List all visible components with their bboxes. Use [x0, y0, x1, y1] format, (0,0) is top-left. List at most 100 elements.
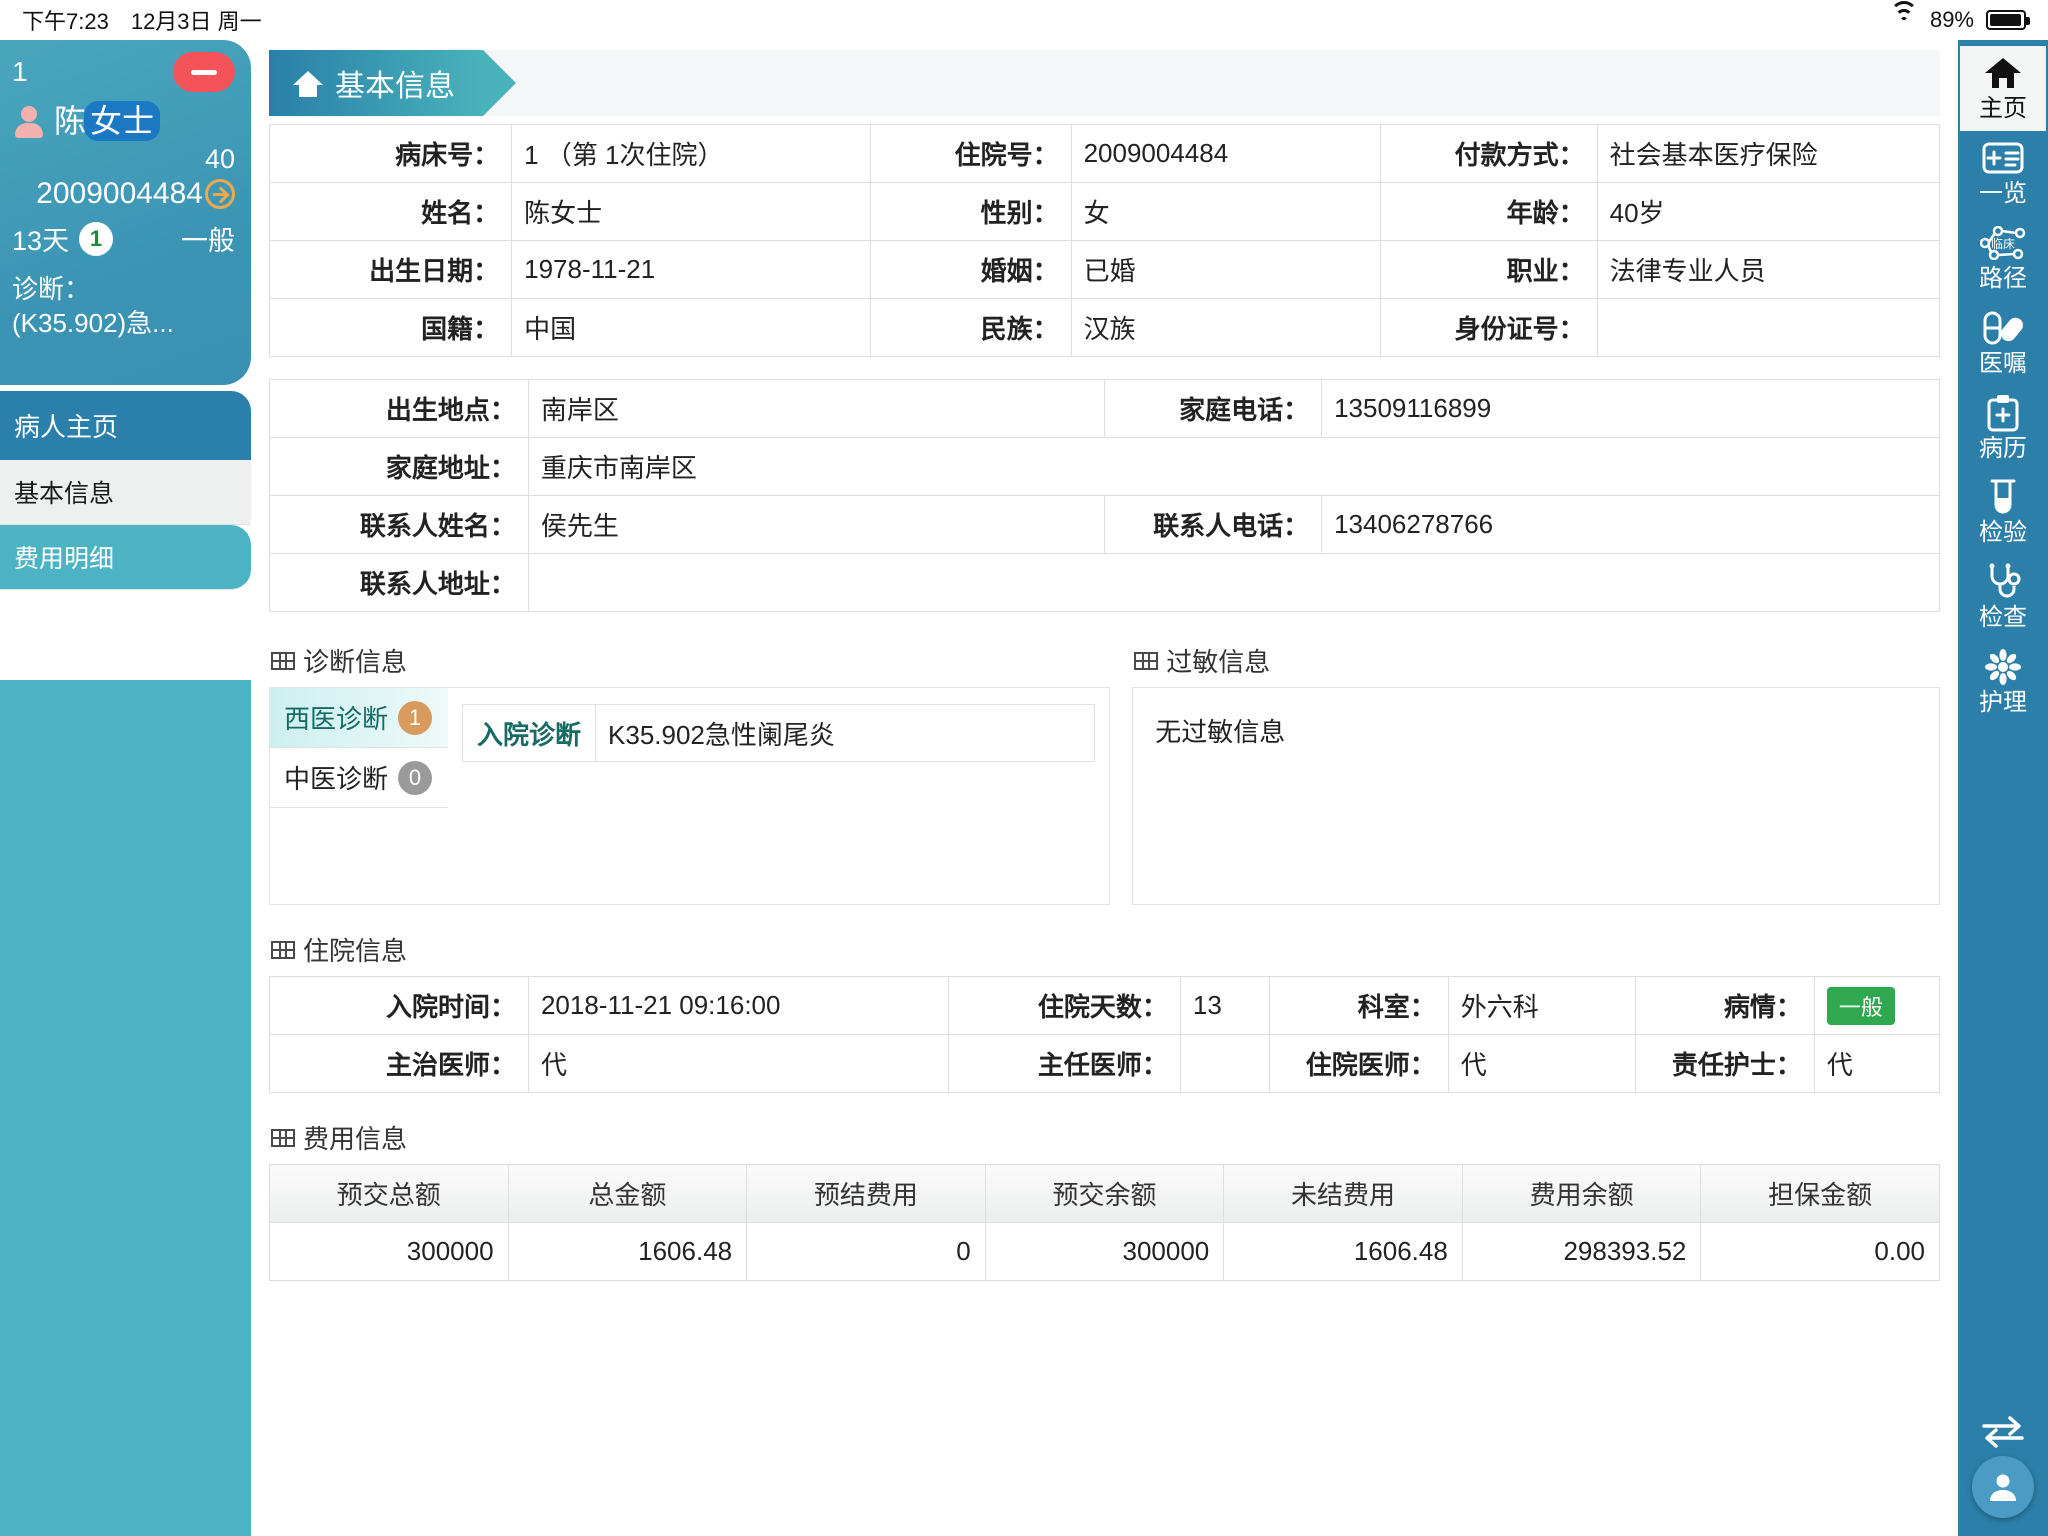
- grid-icon: [1134, 651, 1159, 670]
- rail-item-clinical-pathway-label: 路径: [1979, 264, 2027, 292]
- stethoscope-icon: [1980, 561, 2026, 603]
- user-fab-button[interactable]: [1972, 1456, 2034, 1518]
- diagnosis-entry-value: K35.902急性阑尾炎: [608, 719, 835, 750]
- cell-value: 陈女士: [511, 182, 872, 241]
- rail-item-nursing[interactable]: 护理: [1960, 640, 2046, 725]
- cell-value: 300000: [984, 1222, 1225, 1281]
- rail-item-lab-test[interactable]: 检验: [1960, 470, 2046, 555]
- cell-label: 联系人电话：: [1103, 495, 1323, 554]
- diagnosis-title-label: 诊断信息: [303, 647, 408, 677]
- column-header: 担保金额: [1700, 1164, 1940, 1223]
- rail-item-examination[interactable]: 检查: [1960, 555, 2046, 640]
- cell-label: 家庭地址：: [269, 437, 529, 496]
- main-content: 基本信息 病床号： 1 （第 1次住院） 住院号： 2009004484 付款方…: [251, 40, 1958, 1536]
- basic-info-table: 病床号： 1 （第 1次住院） 住院号： 2009004484 付款方式： 社会…: [268, 124, 1941, 357]
- contact-info-table: 出生地点： 南岸区 家庭电话： 13509116899 家庭地址： 重庆市南岸区…: [269, 379, 1941, 612]
- cell-label: 姓名：: [268, 182, 513, 241]
- patient-diagnosis-label: 诊断：: [12, 274, 91, 304]
- diagnosis-tab-chinese[interactable]: 中医诊断 0: [270, 748, 448, 808]
- cell-label: 国籍：: [268, 298, 513, 357]
- column-header: 未结费用: [1223, 1164, 1463, 1223]
- cell-value: 法律专业人员: [1596, 240, 1941, 299]
- patient-card[interactable]: 1 陈女士 40 2009004484 13天 1 一般 诊断： (K35.90…: [0, 40, 251, 385]
- patient-age: 40: [204, 144, 235, 174]
- tab-basic-info[interactable]: 基本信息: [269, 50, 516, 116]
- diagnosis-tab-list: 西医诊断 1 中医诊断 0: [270, 688, 448, 904]
- cell-label: 民族：: [870, 298, 1072, 357]
- diagnosis-tab-chinese-label: 中医诊断: [284, 764, 389, 794]
- cell-value: 中国: [511, 298, 872, 357]
- cell-label: 责任护士：: [1635, 1034, 1815, 1093]
- allergy-section-title: 过敏信息: [1134, 642, 1940, 679]
- rail-item-overview-label: 一览: [1979, 179, 2027, 207]
- rail-item-orders-label: 医嘱: [1979, 349, 2027, 377]
- diagnosis-tab-western-count: 1: [398, 700, 433, 735]
- capsule-pill-icon: [1980, 307, 2026, 349]
- cell-value: 代: [1813, 1034, 1941, 1093]
- table-row: 出生地点： 南岸区 家庭电话： 13509116899: [269, 379, 1940, 438]
- cell-value: [527, 553, 1941, 612]
- rail-item-orders[interactable]: 医嘱: [1960, 301, 2046, 386]
- sidebar-header: 病人主页: [0, 391, 251, 460]
- patient-bed-number: 1: [12, 56, 28, 87]
- column-header: 预交总额: [269, 1164, 509, 1223]
- cell-value: 13406278766: [1321, 495, 1940, 554]
- cell-value: 2009004484: [1070, 124, 1381, 183]
- table-row: 联系人姓名： 侯先生 联系人电话： 13406278766: [269, 495, 1940, 554]
- cell-label: 职业：: [1379, 240, 1598, 299]
- patient-name-highlight: 女士: [84, 101, 161, 141]
- diagnosis-tab-western[interactable]: 西医诊断 1: [270, 688, 448, 748]
- allergy-panel: 无过敏信息: [1132, 687, 1940, 905]
- cell-label: 入院时间：: [269, 976, 529, 1035]
- stay-title-label: 住院信息: [303, 936, 408, 966]
- cell-label: 家庭电话：: [1103, 379, 1323, 438]
- sidebar-item-basic-info[interactable]: 基本信息: [0, 460, 251, 525]
- rail-item-medical-record[interactable]: 病历: [1960, 386, 2046, 471]
- diagnosis-entry-label: 入院诊断: [463, 705, 597, 761]
- battery-percent: 89%: [1929, 7, 1974, 32]
- cell-label: 联系人姓名：: [269, 495, 529, 554]
- rail-item-home[interactable]: 主页: [1960, 46, 2046, 131]
- battery-icon: [1986, 10, 2030, 30]
- diagnosis-entry: 入院诊断 K35.902急性阑尾炎: [462, 704, 1096, 762]
- swap-arrows-icon[interactable]: [1980, 1414, 2026, 1448]
- rail-item-clinical-pathway[interactable]: 临床 路径: [1960, 216, 2046, 301]
- cell-label: 身份证号：: [1379, 298, 1598, 357]
- right-nav-rail: 主页 一览 临床 路径 医嘱 病历 检验 检查 护理: [1958, 40, 2048, 1536]
- grid-icon: [271, 1128, 295, 1147]
- diagnosis-section-title: 诊断信息: [271, 642, 1110, 679]
- svg-text:临床: 临床: [1991, 237, 2015, 251]
- patient-diagnosis-value: (K35.902)急...: [12, 308, 174, 339]
- rail-item-overview[interactable]: 一览: [1960, 131, 2046, 216]
- table-row: 姓名： 陈女士 性别： 女 年龄： 40岁: [268, 182, 1941, 241]
- cell-value: 0.00: [1700, 1222, 1940, 1281]
- home-icon: [1980, 52, 2026, 94]
- table-row: 病床号： 1 （第 1次住院） 住院号： 2009004484 付款方式： 社会…: [268, 124, 1941, 183]
- table-divider: [269, 357, 1940, 379]
- clinical-pathway-icon: 临床: [1980, 222, 2026, 264]
- arrow-right-circle-icon[interactable]: [205, 179, 235, 209]
- cell-label: 住院号：: [870, 124, 1072, 183]
- test-tube-icon: [1980, 476, 2026, 518]
- cell-value: 已婚: [1070, 240, 1381, 299]
- cell-value: 1606.48: [1223, 1222, 1463, 1281]
- home-icon: [293, 69, 323, 97]
- cell-label: 住院医师：: [1269, 1034, 1449, 1093]
- column-header: 费用余额: [1461, 1164, 1702, 1223]
- rail-item-medical-record-label: 病历: [1979, 434, 2027, 462]
- patient-diagnosis: 诊断： (K35.902)急...: [12, 272, 235, 341]
- table-row: 300000 1606.48 0 300000 1606.48 298393.5…: [269, 1222, 1940, 1281]
- allergy-title-label: 过敏信息: [1166, 647, 1271, 677]
- minus-icon[interactable]: [173, 52, 235, 92]
- patient-visit-badge: 1: [79, 221, 114, 256]
- avatar-icon: [12, 104, 46, 138]
- user-icon: [1986, 1470, 2020, 1504]
- status-badge: 一般: [1826, 986, 1895, 1025]
- cell-label: 病情：: [1635, 976, 1815, 1035]
- cell-label: 性别：: [870, 182, 1072, 241]
- cell-value: 1978-11-21: [511, 240, 872, 299]
- sidebar-item-fee-detail[interactable]: 费用明细: [0, 525, 251, 590]
- cell-value: 南岸区: [527, 379, 1105, 438]
- cell-value: 2018-11-21 09:16:00: [527, 976, 949, 1035]
- fee-title-label: 费用信息: [303, 1124, 408, 1154]
